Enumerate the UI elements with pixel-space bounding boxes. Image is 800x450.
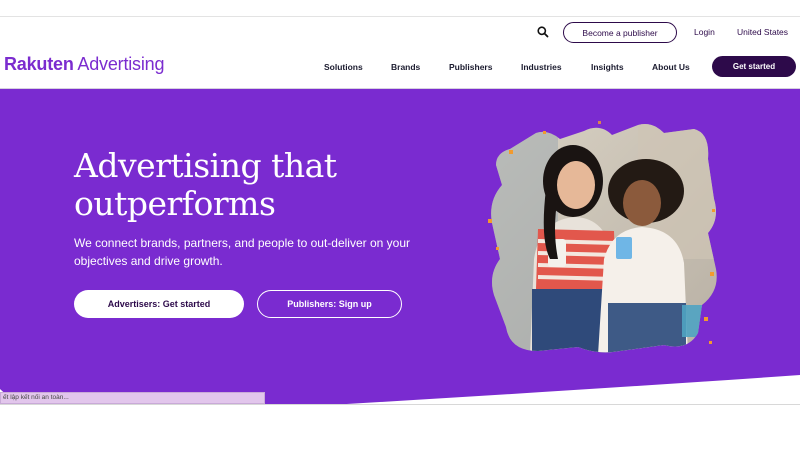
hero-section: Advertising that outperforms We connect … bbox=[0, 89, 800, 405]
bottom-divider bbox=[0, 404, 800, 405]
search-icon[interactable] bbox=[536, 25, 550, 39]
nav-brands[interactable]: Brands bbox=[391, 62, 420, 72]
browser-status-bar: ết lập kết nối an toàn... bbox=[0, 392, 265, 404]
nav-industries[interactable]: Industries bbox=[521, 62, 562, 72]
top-divider bbox=[0, 16, 800, 17]
get-started-button[interactable]: Get started bbox=[712, 56, 796, 77]
login-link[interactable]: Login bbox=[694, 27, 715, 37]
rakuten-advertising-logo[interactable]: Rakuten Advertising bbox=[4, 54, 164, 75]
country-selector[interactable]: United States bbox=[737, 27, 788, 37]
utility-bar: Become a publisher Login United States bbox=[0, 20, 800, 44]
logo-word-rakuten: Rakuten bbox=[4, 54, 74, 74]
logo-word-advertising: Advertising bbox=[73, 54, 165, 74]
nav-solutions[interactable]: Solutions bbox=[324, 62, 363, 72]
nav-publishers[interactable]: Publishers bbox=[449, 62, 492, 72]
hero-bottom-wave bbox=[0, 375, 800, 405]
nav-insights[interactable]: Insights bbox=[591, 62, 624, 72]
become-publisher-button[interactable]: Become a publisher bbox=[563, 22, 677, 43]
nav-about-us[interactable]: About Us bbox=[652, 62, 690, 72]
